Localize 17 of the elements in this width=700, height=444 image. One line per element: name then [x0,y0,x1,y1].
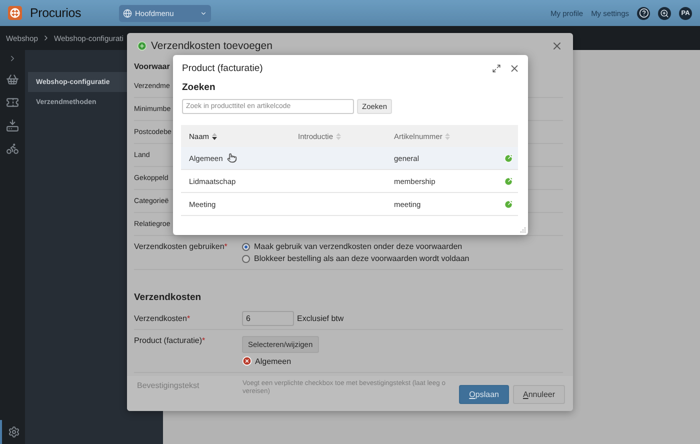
unit-label: Exclusief btw [297,314,344,322]
brand-name: Procurios [30,6,81,20]
search-heading: Zoeken [181,81,216,95]
field-label: Product (facturatie)* [134,336,206,345]
save-button[interactable]: Opslaan [459,385,509,404]
radio-option[interactable]: Blokkeer bestelling als aan deze voorwaarden wordt voldaan [242,254,563,263]
section-heading: Verzendkosten [134,291,202,305]
input-field[interactable]: 6 [242,310,294,326]
dialog-title: Product (facturatie) [182,62,264,74]
cancel-button[interactable]: Annuleer [512,385,565,404]
dialog-title: Verzendkosten toevoegen [151,40,274,52]
field-label: Verzendkosten* [134,314,190,322]
field-label: Bevestigingstekst [137,380,200,390]
section-heading: Voorwaar [134,61,170,73]
field-label: Verzendkosten gebruiken* [134,242,228,251]
selected-product: Algemeen [255,356,292,366]
radio-option[interactable]: Maak gebruik van verzendkosten onder deze voorwaarden [242,242,563,251]
